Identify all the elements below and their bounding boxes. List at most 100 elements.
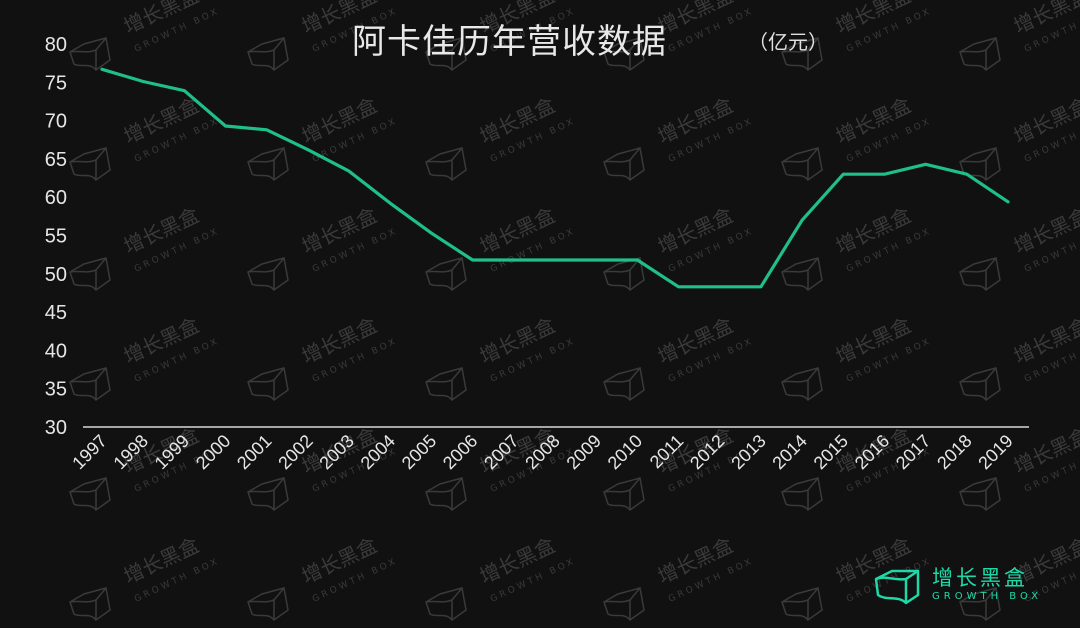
watermark-text-cn: 增长黑盒 xyxy=(832,313,915,369)
watermark-logo-icon xyxy=(425,257,467,292)
logo-text-en: GROWTH BOX xyxy=(932,591,1043,602)
watermark-text-cn: 增长黑盒 xyxy=(120,533,203,589)
line-chart: 增长黑盒GROWTH BOX 增长黑盒GROWTH BOX 增长黑盒GROWTH B… xyxy=(45,0,1080,622)
watermark: 增长黑盒GROWTH BOX xyxy=(959,93,1080,182)
watermark: 增长黑盒GROWTH BOX xyxy=(959,203,1080,292)
x-tick-label: 2006 xyxy=(439,431,481,473)
watermark-logo-icon xyxy=(425,147,467,182)
y-tick-label: 40 xyxy=(45,340,67,362)
y-tick-label: 80 xyxy=(45,34,67,56)
watermark: 增长黑盒GROWTH BOX xyxy=(247,313,400,402)
x-tick-label: 2005 xyxy=(398,431,440,473)
y-tick-label: 30 xyxy=(45,417,67,439)
watermark-logo-icon xyxy=(69,587,111,622)
watermark-text-cn: 增长黑盒 xyxy=(298,203,381,259)
watermark: 增长黑盒GROWTH BOX xyxy=(603,203,756,292)
watermark-logo-icon xyxy=(959,477,1001,512)
brand-logo: 增长黑盒 GROWTH BOX xyxy=(872,565,1042,605)
watermark: 增长黑盒GROWTH BOX xyxy=(247,203,400,292)
y-tick-label: 55 xyxy=(45,226,67,248)
watermark-layer: 增长黑盒GROWTH BOX 增长黑盒GROWTH BOX 增长黑盒GROWTH B… xyxy=(69,0,1080,622)
x-tick-label: 2013 xyxy=(727,431,769,473)
watermark-text-cn: 增长黑盒 xyxy=(120,203,203,259)
watermark-text-cn: 增长黑盒 xyxy=(476,93,559,149)
watermark-text-cn: 增长黑盒 xyxy=(120,313,203,369)
watermark: 增长黑盒GROWTH BOX xyxy=(425,203,578,292)
watermark: 增长黑盒GROWTH BOX xyxy=(69,313,222,402)
watermark-logo-icon xyxy=(959,37,1001,72)
watermark: 增长黑盒GROWTH BOX xyxy=(425,313,578,402)
watermark-logo-icon xyxy=(247,37,289,72)
watermark-logo-icon xyxy=(69,477,111,512)
watermark: 增长黑盒GROWTH BOX xyxy=(781,313,934,402)
watermark-text-cn: 增长黑盒 xyxy=(476,203,559,259)
watermark: 增长黑盒GROWTH BOX xyxy=(603,93,756,182)
watermark-logo-icon xyxy=(959,257,1001,292)
watermark: 增长黑盒GROWTH BOX xyxy=(425,93,578,182)
watermark-text-cn: 增长黑盒 xyxy=(654,93,737,149)
watermark-logo-icon xyxy=(781,147,823,182)
y-tick-label: 70 xyxy=(45,111,67,133)
watermark-logo-icon xyxy=(247,477,289,512)
watermark-logo-icon xyxy=(781,477,823,512)
watermark: 增长黑盒GROWTH BOX xyxy=(247,93,400,182)
watermark: 增长黑盒GROWTH BOX xyxy=(247,533,400,622)
watermark-text-cn: 增长黑盒 xyxy=(298,533,381,589)
watermark: 增长黑盒GROWTH BOX xyxy=(603,313,756,402)
watermark-logo-icon xyxy=(69,147,111,182)
watermark-text-cn: 增长黑盒 xyxy=(654,203,737,259)
watermark-logo-icon xyxy=(603,147,645,182)
watermark-text-cn: 增长黑盒 xyxy=(298,93,381,149)
watermark: 增长黑盒GROWTH BOX xyxy=(69,533,222,622)
watermark-text-cn: 增长黑盒 xyxy=(832,93,915,149)
y-tick-label: 65 xyxy=(45,149,67,171)
watermark-logo-icon xyxy=(781,587,823,622)
watermark-text-cn: 增长黑盒 xyxy=(654,313,737,369)
watermark: 增长黑盒GROWTH BOX xyxy=(959,0,1080,72)
watermark-logo-icon xyxy=(603,367,645,402)
x-tick-label: 2009 xyxy=(563,431,605,473)
watermark-logo-icon xyxy=(603,477,645,512)
unit-label: （亿元） xyxy=(748,30,828,54)
watermark-logo-icon xyxy=(247,367,289,402)
watermark-text-cn: 增长黑盒 xyxy=(832,203,915,259)
watermark: 增长黑盒GROWTH BOX xyxy=(425,533,578,622)
watermark-logo-icon xyxy=(247,587,289,622)
watermark-logo-icon xyxy=(603,587,645,622)
watermark: 增长黑盒GROWTH BOX xyxy=(69,93,222,182)
watermark-logo-icon xyxy=(247,257,289,292)
logo-text-cn: 增长黑盒 xyxy=(932,566,1028,590)
watermark-text-cn: 增长黑盒 xyxy=(120,93,203,149)
watermark-logo-icon xyxy=(425,367,467,402)
chart-title: 阿卡佳历年营收数据 xyxy=(352,22,667,62)
growth-box-logo-icon xyxy=(874,569,920,605)
x-tick-label: 2001 xyxy=(233,431,275,473)
watermark: 增长黑盒GROWTH BOX xyxy=(603,533,756,622)
watermark-logo-icon xyxy=(69,37,111,72)
watermark-logo-icon xyxy=(603,257,645,292)
x-tick-label: 1997 xyxy=(68,431,110,473)
x-tick-label: 2018 xyxy=(933,431,975,473)
watermark-logo-icon xyxy=(425,587,467,622)
x-tick-label: 2014 xyxy=(768,431,810,473)
watermark: 增长黑盒GROWTH BOX xyxy=(69,203,222,292)
y-tick-label: 45 xyxy=(45,302,67,324)
watermark-logo-icon xyxy=(781,257,823,292)
y-tick-label: 60 xyxy=(45,187,67,209)
x-tick-label: 2010 xyxy=(604,431,646,473)
watermark-text-cn: 增长黑盒 xyxy=(476,313,559,369)
watermark-text-cn: 增长黑盒 xyxy=(654,533,737,589)
watermark-logo-icon xyxy=(781,367,823,402)
y-tick-label: 75 xyxy=(45,72,67,94)
watermark: 增长黑盒GROWTH BOX xyxy=(69,0,222,72)
watermark-logo-icon xyxy=(69,367,111,402)
watermark: 增长黑盒GROWTH BOX xyxy=(959,313,1080,402)
watermark-logo-icon xyxy=(425,477,467,512)
y-axis: 30 35 40 45 50 55 60 65 70 75 80 xyxy=(45,34,67,439)
y-tick-label: 35 xyxy=(45,379,67,401)
watermark-logo-icon xyxy=(959,367,1001,402)
x-tick-label: 2019 xyxy=(974,431,1016,473)
watermark: 增长黑盒GROWTH BOX xyxy=(959,423,1080,512)
watermark-text-cn: 增长黑盒 xyxy=(476,533,559,589)
y-tick-label: 50 xyxy=(45,264,67,286)
